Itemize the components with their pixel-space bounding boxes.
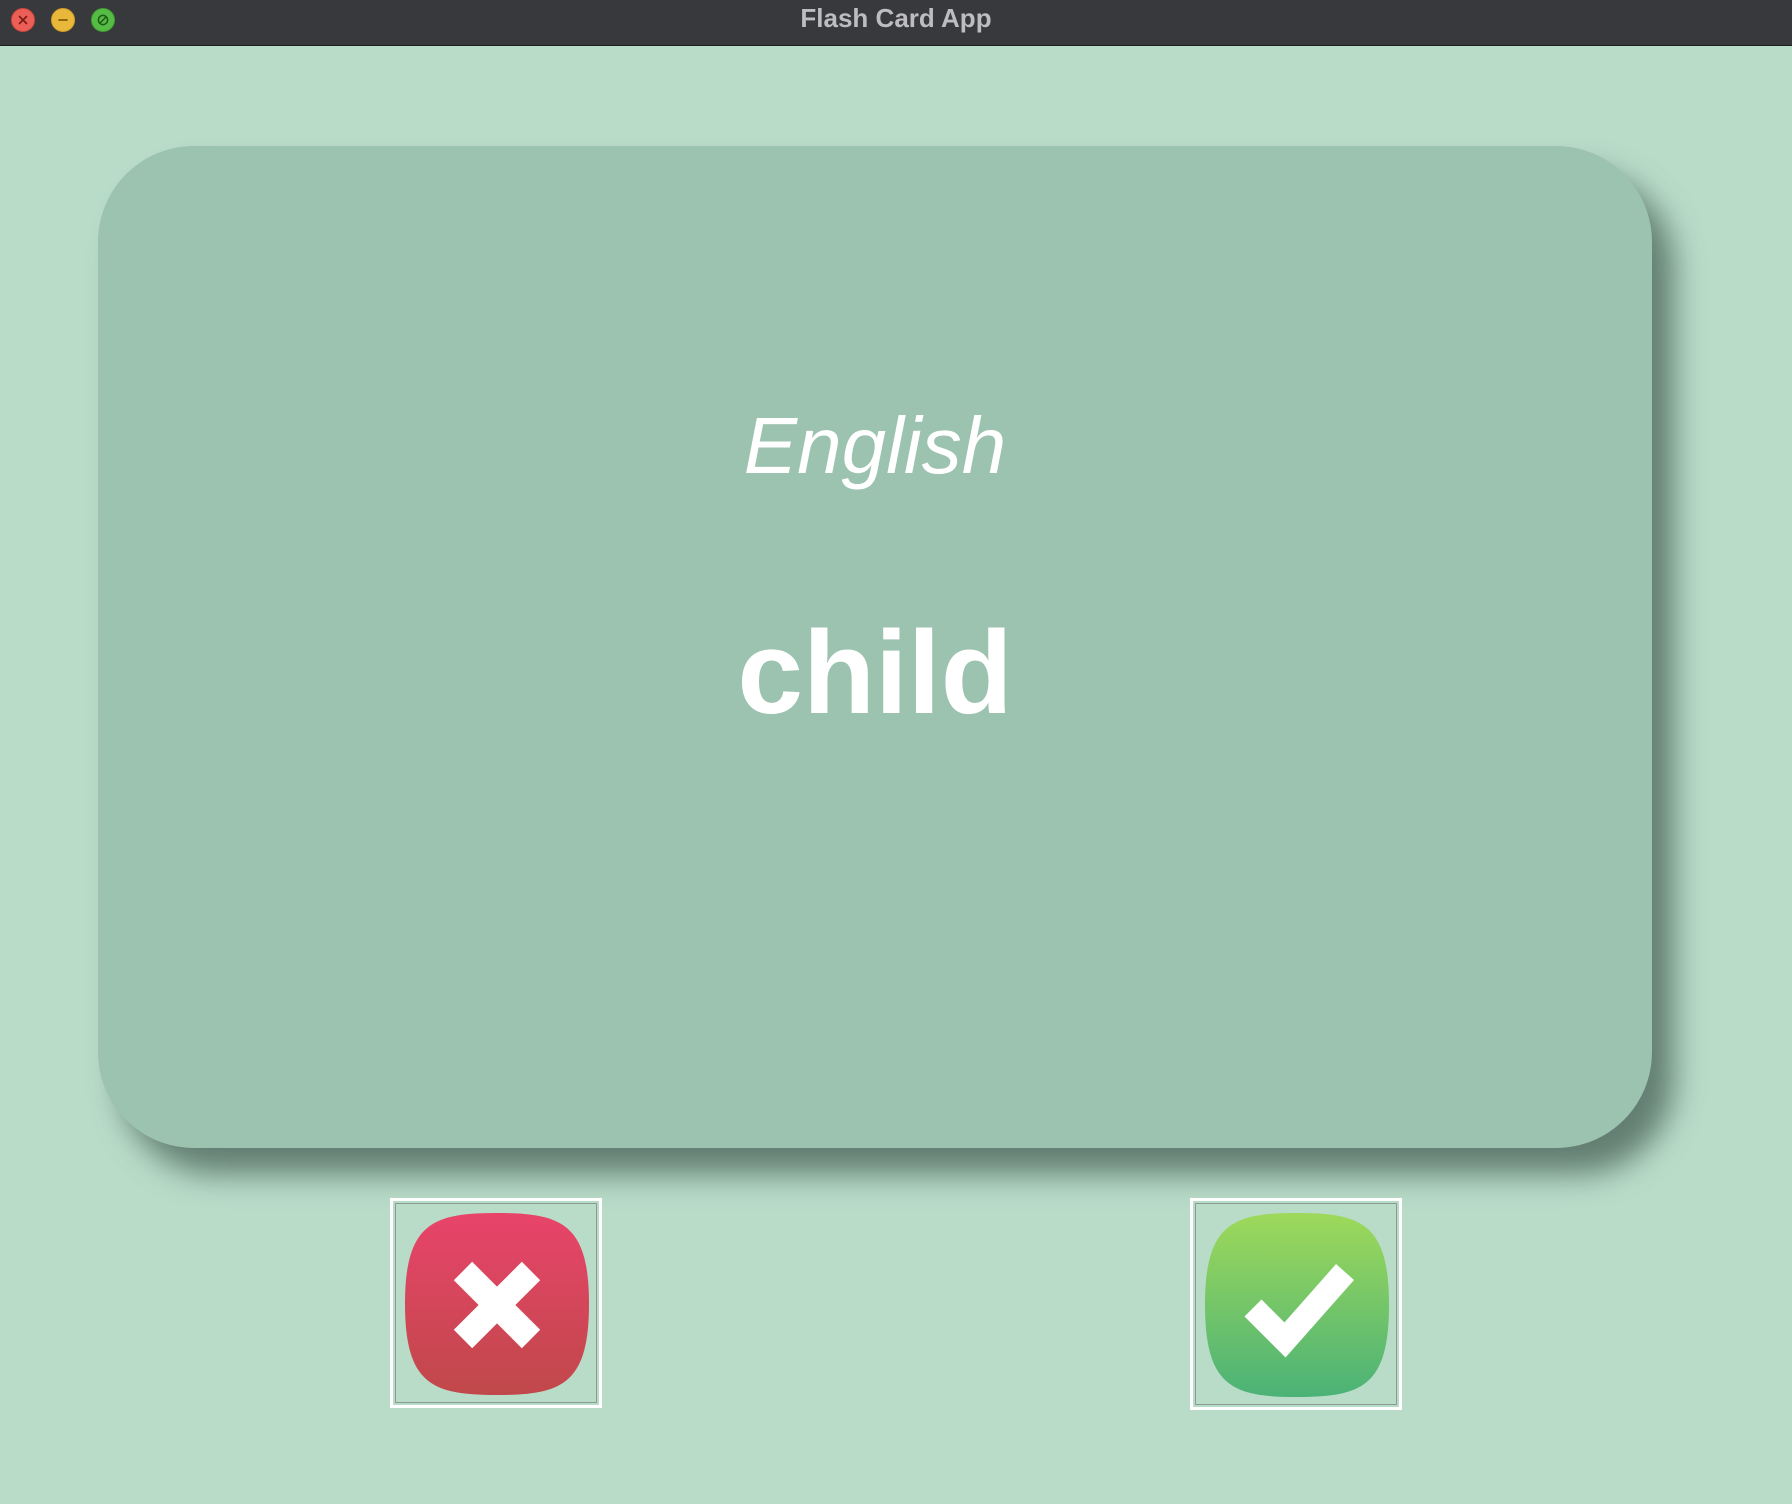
- checkmark-icon: [1205, 1213, 1389, 1397]
- cross-icon: [405, 1213, 589, 1395]
- app-window: Flash Card App English child: [0, 0, 1792, 1504]
- flash-card[interactable]: English child: [98, 146, 1652, 1148]
- window-title: Flash Card App: [800, 3, 992, 33]
- correct-answer-button[interactable]: [1190, 1198, 1402, 1410]
- wrong-answer-button[interactable]: [390, 1198, 602, 1408]
- card-word: child: [737, 607, 1013, 739]
- title-bar: Flash Card App: [0, 0, 1792, 46]
- card-language-label: English: [743, 401, 1007, 490]
